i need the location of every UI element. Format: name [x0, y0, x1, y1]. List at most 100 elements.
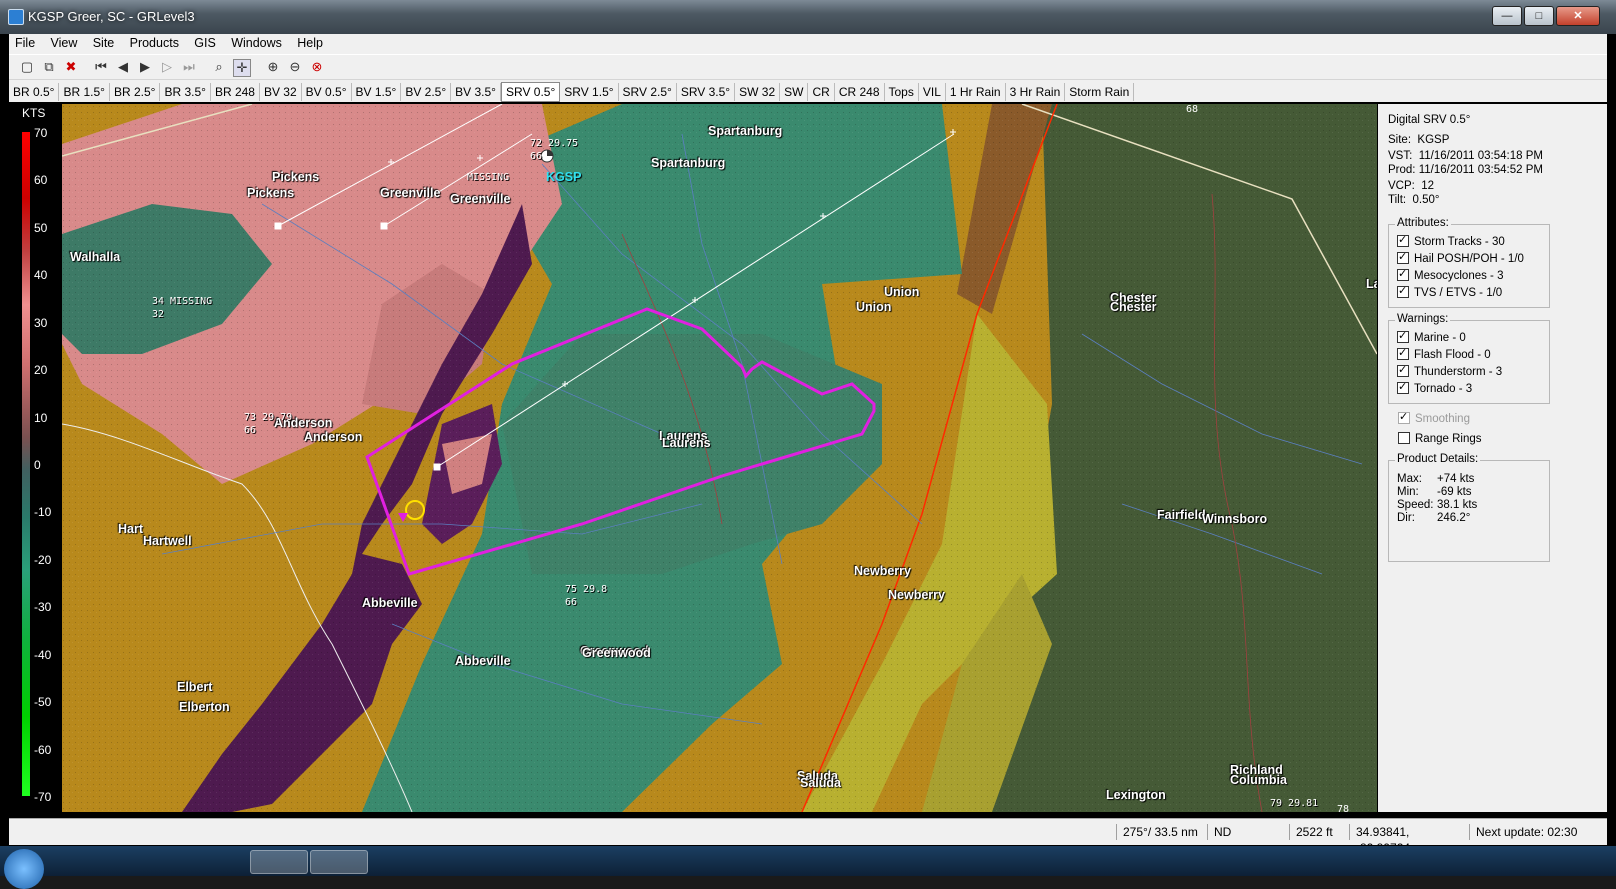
station-model[interactable]: 73 29.79 66: [244, 412, 292, 436]
city-label: Greenville: [450, 192, 511, 206]
checkbox-icon[interactable]: [1397, 346, 1409, 360]
product-tab[interactable]: BR 1.5°: [59, 83, 110, 101]
open-icon[interactable]: ▢: [19, 59, 35, 75]
product-tab[interactable]: BV 3.5°: [451, 83, 501, 101]
attribute-tvs[interactable]: TVS / ETVS - 1/0: [1397, 284, 1502, 299]
product-tab[interactable]: 3 Hr Rain: [1006, 83, 1066, 101]
attribute-label: Mesocyclones - 3: [1414, 270, 1504, 282]
detail-value: 38.1 kts: [1437, 499, 1478, 511]
product-tab[interactable]: SW: [780, 83, 809, 101]
product-tab[interactable]: Storm Rain: [1065, 83, 1135, 101]
delete-icon[interactable]: ✖: [63, 59, 79, 75]
product-tab[interactable]: SRV 0.5°: [500, 82, 561, 102]
checkbox-icon[interactable]: [1397, 329, 1409, 343]
warning-tornado[interactable]: Tornado - 3: [1397, 380, 1472, 395]
checkbox-icon[interactable]: [1398, 432, 1410, 444]
menu-products[interactable]: Products: [124, 34, 185, 52]
copy-icon[interactable]: ⧉: [41, 59, 57, 75]
city-label: Union: [884, 285, 920, 299]
menu-windows[interactable]: Windows: [225, 34, 288, 52]
station-temp: 73: [244, 412, 257, 423]
product-tab[interactable]: SRV 2.5°: [619, 83, 677, 101]
prod-row: Prod: 11/16/2011 03:54:52 PM: [1388, 164, 1543, 176]
zoom-icon[interactable]: ⌕: [211, 59, 227, 75]
app-icon: [8, 9, 24, 25]
radar-map[interactable]: Pickens Pickens Greenville Greenville Sparta…: [62, 104, 1377, 812]
checkbox-icon[interactable]: [1397, 363, 1409, 377]
window-title: KGSP Greer, SC - GRLevel3: [28, 9, 195, 24]
checkbox-icon[interactable]: [1397, 267, 1409, 281]
product-tab[interactable]: BV 2.5°: [401, 83, 452, 101]
city-label: Fairfield: [1157, 508, 1206, 522]
product-tab[interactable]: SW 32: [735, 83, 781, 101]
taskbar-app-icon[interactable]: [310, 850, 368, 874]
legend-tick: 20: [34, 363, 48, 378]
warning-marine[interactable]: Marine - 0: [1397, 329, 1466, 344]
smoothing-label: Smoothing: [1415, 413, 1470, 425]
vst-label: VST:: [1388, 150, 1413, 162]
detail-value: +74 kts: [1437, 473, 1475, 485]
attribute-mesocyclones[interactable]: Mesocyclones - 3: [1397, 267, 1504, 282]
skip-forward-icon[interactable]: ⏭: [181, 59, 197, 75]
station-model[interactable]: 75 29.8 66: [565, 584, 607, 608]
product-tab[interactable]: CR: [808, 83, 835, 101]
zoom-out-icon[interactable]: ⊖: [287, 59, 303, 75]
smoothing-checkbox[interactable]: Smoothing: [1398, 410, 1470, 425]
product-tab[interactable]: BR 0.5°: [9, 83, 60, 101]
menu-gis[interactable]: GIS: [188, 34, 222, 52]
product-tab[interactable]: SRV 3.5°: [677, 83, 736, 101]
city-label: Spartanburg: [651, 156, 726, 170]
station-model[interactable]: 34 MISSING 32: [152, 296, 212, 320]
station-model[interactable]: 72 29.75 66: [530, 138, 578, 162]
vcp-label: VCP:: [1388, 180, 1415, 192]
legend-tick: 50: [34, 220, 48, 235]
attribute-storm-tracks[interactable]: Storm Tracks - 30: [1397, 233, 1505, 248]
product-tab[interactable]: BR 2.5°: [110, 83, 161, 101]
product-tab[interactable]: BV 32: [260, 83, 302, 101]
maximize-icon[interactable]: □: [1524, 6, 1554, 26]
menu-site[interactable]: Site: [87, 34, 121, 52]
radar-image[interactable]: [62, 104, 1377, 812]
product-tab[interactable]: SRV 1.5°: [560, 83, 619, 101]
start-icon[interactable]: [4, 849, 44, 889]
range-rings-checkbox[interactable]: Range Rings: [1398, 432, 1481, 445]
warning-flash-flood[interactable]: Flash Flood - 0: [1397, 346, 1491, 361]
skip-back-icon[interactable]: ⏮: [93, 59, 109, 75]
pan-icon[interactable]: ✛: [233, 59, 251, 77]
product-tab[interactable]: CR 248: [835, 83, 885, 101]
product-tab[interactable]: 1 Hr Rain: [946, 83, 1006, 101]
product-tab[interactable]: BV 0.5°: [302, 83, 352, 101]
play-icon[interactable]: ▶: [137, 59, 153, 75]
product-tab[interactable]: BR 248: [211, 83, 260, 101]
legend-tick: 40: [34, 268, 48, 283]
product-tab[interactable]: Tops: [885, 83, 919, 101]
checkbox-icon[interactable]: [1398, 410, 1410, 424]
minimize-icon[interactable]: —: [1492, 6, 1522, 26]
taskbar-folder-icon[interactable]: [250, 850, 308, 874]
close-icon[interactable]: ✕: [1556, 6, 1600, 26]
product-tab-bar: BR 0.5° BR 1.5° BR 2.5° BR 3.5° BR 248 BV 32 B…: [9, 79, 1607, 102]
product-details-group: Product Details: Max: +74 kts Min: -69 kts…: [1388, 453, 1550, 562]
attributes-title: Attributes:: [1395, 217, 1451, 229]
zoom-reset-icon[interactable]: ⊗: [309, 59, 325, 75]
checkbox-icon[interactable]: [1397, 233, 1409, 247]
menu-view[interactable]: View: [45, 34, 84, 52]
step-forward-icon[interactable]: ▷: [159, 59, 175, 75]
station-model[interactable]: 79 29.81 64: [1270, 798, 1318, 812]
checkbox-icon[interactable]: [1397, 380, 1409, 394]
zoom-in-icon[interactable]: ⊕: [265, 59, 281, 75]
product-tab[interactable]: BV 1.5°: [352, 83, 402, 101]
checkbox-icon[interactable]: [1397, 284, 1409, 298]
product-tab[interactable]: BR 3.5°: [160, 83, 211, 101]
city-label: Pickens: [247, 186, 295, 200]
title-bar[interactable]: KGSP Greer, SC - GRLevel3 — □ ✕: [0, 0, 1616, 34]
checkbox-icon[interactable]: [1397, 250, 1409, 264]
city-label: Laurens: [662, 436, 711, 450]
step-back-icon[interactable]: ◀: [115, 59, 131, 75]
product-tab[interactable]: VIL: [919, 83, 946, 101]
warning-thunderstorm[interactable]: Thunderstorm - 3: [1397, 363, 1502, 378]
menu-help[interactable]: Help: [291, 34, 329, 52]
station-pressure: 29.81: [1288, 798, 1319, 809]
menu-file[interactable]: File: [9, 34, 41, 52]
attribute-hail[interactable]: Hail POSH/POH - 1/0: [1397, 250, 1524, 265]
